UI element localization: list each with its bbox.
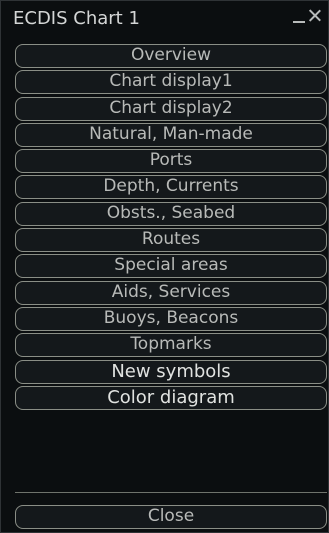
menu-divider	[15, 492, 327, 493]
close-button[interactable]: Close	[15, 505, 327, 529]
obsts-seabed-button[interactable]: Obsts., Seabed	[15, 201, 327, 226]
window-title: ECDIS Chart 1	[13, 8, 140, 29]
topmarks-button[interactable]: Topmarks	[15, 333, 327, 358]
window-controls	[292, 5, 322, 29]
title-bar[interactable]: ECDIS Chart 1	[1, 1, 328, 37]
aids-services-button[interactable]: Aids, Services	[15, 280, 327, 305]
buoys-beacons-button[interactable]: Buoys, Beacons	[15, 306, 327, 331]
natural-man-made-button[interactable]: Natural, Man-made	[15, 122, 327, 147]
special-areas-button[interactable]: Special areas	[15, 254, 327, 279]
chart-display2-button[interactable]: Chart display2	[15, 96, 327, 121]
new-symbols-button[interactable]: New symbols	[15, 359, 327, 384]
color-diagram-button[interactable]: Color diagram	[15, 385, 327, 410]
chart-menu-list: Overview Chart display1 Chart display2 N…	[15, 44, 327, 412]
ports-button[interactable]: Ports	[15, 149, 327, 174]
ecdis-chart-dialog: ECDIS Chart 1 Overview Chart display1 Ch…	[0, 0, 329, 533]
overview-button[interactable]: Overview	[15, 44, 327, 68]
close-icon[interactable]	[308, 5, 322, 25]
chart-display1-button[interactable]: Chart display1	[15, 70, 327, 95]
depth-currents-button[interactable]: Depth, Currents	[15, 175, 327, 200]
routes-button[interactable]: Routes	[15, 228, 327, 253]
minimize-icon[interactable]	[292, 5, 306, 25]
